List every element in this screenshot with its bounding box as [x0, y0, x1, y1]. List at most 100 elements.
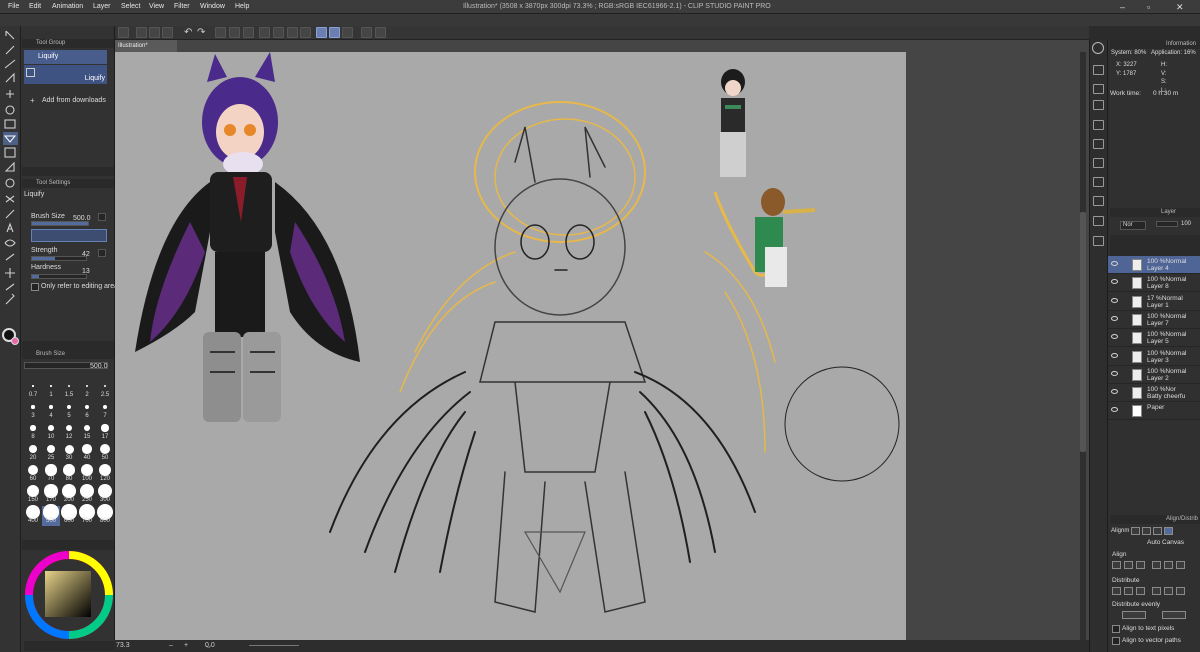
invert-selection-icon[interactable]	[273, 27, 284, 38]
brush-size-option[interactable]: 12	[60, 422, 78, 442]
deselect-icon[interactable]	[259, 27, 270, 38]
menu-view[interactable]: View	[149, 0, 164, 14]
eye-icon[interactable]	[1111, 352, 1118, 358]
undo-icon[interactable]: ↶	[184, 27, 192, 38]
brush-size-option[interactable]: 200	[60, 484, 78, 505]
layer-row[interactable]: Paper	[1108, 402, 1200, 421]
brush-size-option[interactable]: 30	[60, 443, 78, 463]
brush-size-option[interactable]: 15	[78, 422, 96, 442]
eye-icon[interactable]	[1111, 315, 1118, 321]
snap-special-ruler-icon[interactable]	[329, 27, 340, 38]
menu-help[interactable]: Help	[235, 0, 249, 14]
open-file-icon[interactable]	[149, 27, 160, 38]
brush-size-panel-value[interactable]: 500.0	[90, 363, 108, 370]
brush-size-option[interactable]: 2.5	[96, 380, 114, 400]
distribute-evenly-horizontal-button[interactable]	[1122, 611, 1146, 619]
hardness-value[interactable]: 13	[82, 268, 90, 275]
material-icon[interactable]	[1093, 120, 1104, 130]
align-vcenter-button[interactable]	[1164, 561, 1173, 569]
strength-value[interactable]: 42	[82, 251, 90, 258]
distribute-left-button[interactable]	[1112, 587, 1121, 595]
material-2-icon[interactable]	[1093, 139, 1104, 149]
vector-paths-checkbox[interactable]	[1112, 637, 1120, 645]
menu-filter[interactable]: Filter	[174, 0, 190, 14]
transform-icon[interactable]	[243, 27, 254, 38]
eye-icon[interactable]	[1111, 297, 1118, 303]
menu-window[interactable]: Window	[200, 0, 225, 14]
brush-size-option[interactable]: 500	[42, 504, 60, 526]
add-from-downloads[interactable]: Add from downloads	[42, 97, 106, 104]
align-left-button[interactable]	[1112, 561, 1121, 569]
close-icon[interactable]: ✕	[1176, 0, 1184, 14]
opacity-value[interactable]: 100	[1181, 221, 1191, 227]
maximize-icon[interactable]: ▫	[1147, 0, 1150, 14]
layer-row[interactable]: 100 %Normal Layer 4	[1108, 256, 1200, 274]
distribute-vcenter-button[interactable]	[1164, 587, 1173, 595]
align-top-button[interactable]	[1152, 561, 1161, 569]
eye-icon[interactable]	[1111, 389, 1118, 395]
distribute-top-button[interactable]	[1152, 587, 1161, 595]
navigator-icon[interactable]	[1092, 42, 1104, 54]
menu-edit[interactable]: Edit	[29, 0, 41, 14]
snap-ruler-icon[interactable]	[316, 27, 327, 38]
crop-icon[interactable]	[300, 27, 311, 38]
layer-row[interactable]: 100 %Normal Layer 8	[1108, 274, 1200, 293]
brush-size-dropdown[interactable]	[98, 213, 106, 221]
brush-size-option[interactable]: 25	[42, 443, 60, 463]
redo-icon[interactable]: ↷	[197, 27, 205, 38]
brush-size-option[interactable]: 400	[24, 504, 42, 526]
tool-group-item-liquify[interactable]: Liquify	[24, 50, 107, 64]
layer-row[interactable]: 17 %Normal Layer 1	[1108, 293, 1200, 311]
align-right-button[interactable]	[1136, 561, 1145, 569]
brush-size-option[interactable]: 6	[78, 401, 96, 421]
distribute-evenly-vertical-button[interactable]	[1162, 611, 1186, 619]
brush-size-option[interactable]: 20	[24, 443, 42, 463]
material-4-icon[interactable]	[1093, 177, 1104, 187]
brush-size-option[interactable]: 70	[42, 464, 60, 484]
transparency-icon[interactable]	[375, 27, 386, 38]
minimize-icon[interactable]: –	[1120, 0, 1125, 14]
menu-file[interactable]: File	[8, 0, 19, 14]
brush-size-option[interactable]: 4	[42, 401, 60, 421]
layer-property-icon[interactable]	[1093, 84, 1104, 94]
brush-size-option[interactable]: 2	[78, 380, 96, 400]
brush-size-option[interactable]: 10	[42, 422, 60, 442]
blend-mode-select[interactable]: Nor	[1120, 221, 1146, 230]
clear-icon[interactable]	[215, 27, 226, 38]
menu-layer[interactable]: Layer	[93, 0, 111, 14]
menu-animation[interactable]: Animation	[52, 0, 83, 14]
canvas-label[interactable]: Canvas	[1162, 539, 1184, 546]
angle-slider[interactable]	[249, 645, 299, 646]
sub-view-icon[interactable]	[1093, 65, 1104, 75]
layer-row[interactable]: 100 %Nor Batty cheerfu	[1108, 384, 1200, 403]
history-icon[interactable]	[1093, 100, 1104, 110]
distribute-hcenter-button[interactable]	[1124, 587, 1133, 595]
material-7-icon[interactable]	[1093, 236, 1104, 246]
auto-label[interactable]: Auto	[1147, 539, 1160, 546]
brush-size-option[interactable]: 100	[78, 464, 96, 484]
brush-size-option[interactable]: 0.7	[24, 380, 42, 400]
layer-row[interactable]: 100 %Normal Layer 5	[1108, 329, 1200, 348]
zoom-in-icon[interactable]: +	[184, 640, 188, 652]
distribute-bottom-button[interactable]	[1176, 587, 1185, 595]
only-refer-checkbox[interactable]	[31, 283, 39, 291]
brush-size-option[interactable]: 1	[42, 380, 60, 400]
layer-row[interactable]: 100 %Normal Layer 3	[1108, 348, 1200, 366]
eye-icon[interactable]	[1111, 261, 1118, 266]
angle-value[interactable]: 0.0	[205, 640, 215, 652]
brush-size-option[interactable]: 300	[96, 483, 114, 505]
text-pixels-checkbox[interactable]	[1112, 625, 1120, 633]
clip-studio-icon[interactable]	[118, 27, 129, 38]
brush-size-option[interactable]: 80	[60, 464, 78, 484]
eye-icon[interactable]	[1111, 279, 1118, 285]
brush-size-option[interactable]: 120	[96, 463, 114, 484]
brush-size-value[interactable]: 500.0	[73, 215, 91, 222]
material-5-icon[interactable]	[1093, 196, 1104, 206]
vertical-scrollbar[interactable]	[1080, 52, 1086, 640]
brush-size-option[interactable]: 1.5	[60, 380, 78, 400]
brush-size-option[interactable]: 800	[96, 503, 114, 526]
brush-size-option[interactable]: 50	[96, 443, 114, 463]
liquify-mode-buttons[interactable]	[31, 229, 107, 242]
brush-size-option[interactable]: 3	[24, 401, 42, 421]
material-3-icon[interactable]	[1093, 158, 1104, 168]
